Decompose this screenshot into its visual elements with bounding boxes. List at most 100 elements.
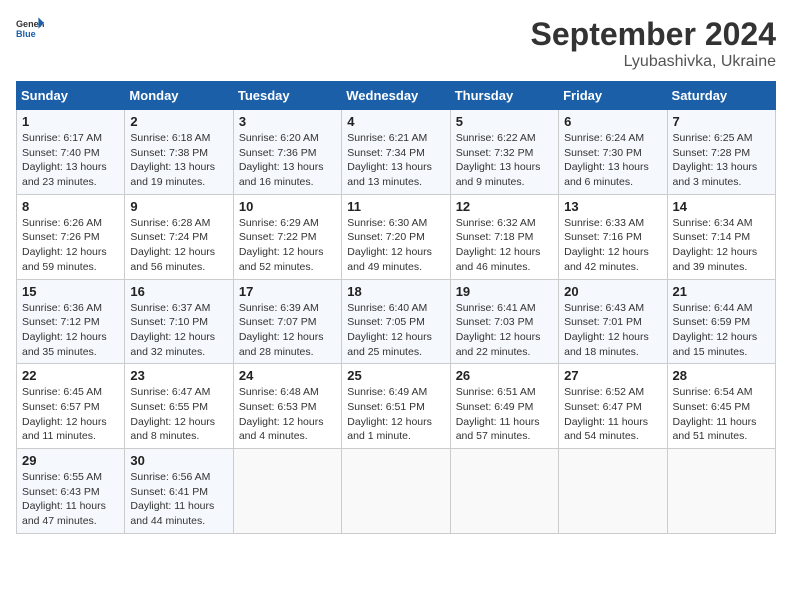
week-row-3: 15Sunrise: 6:36 AMSunset: 7:12 PMDayligh… <box>17 279 776 364</box>
day-number: 5 <box>456 114 553 129</box>
col-header-friday: Friday <box>559 82 667 110</box>
day-number: 22 <box>22 368 119 383</box>
day-number: 29 <box>22 453 119 468</box>
day-info: Sunrise: 6:55 AMSunset: 6:43 PMDaylight:… <box>22 470 119 529</box>
logo: General Blue <box>16 16 44 44</box>
day-info: Sunrise: 6:56 AMSunset: 6:41 PMDaylight:… <box>130 470 227 529</box>
day-cell: 1Sunrise: 6:17 AMSunset: 7:40 PMDaylight… <box>17 110 125 195</box>
day-cell: 22 Sunrise: 6:45 AMSunset: 6:57 PMDayligh… <box>17 364 125 449</box>
day-info: Sunrise: 6:47 AMSunset: 6:55 PMDaylight:… <box>130 385 227 444</box>
day-cell: 5 Sunrise: 6:22 AMSunset: 7:32 PMDaylight… <box>450 110 558 195</box>
day-info: Sunrise: 6:48 AMSunset: 6:53 PMDaylight:… <box>239 385 336 444</box>
day-info: Sunrise: 6:30 AMSunset: 7:20 PMDaylight:… <box>347 216 444 275</box>
day-info: Sunrise: 6:44 AMSunset: 6:59 PMDaylight:… <box>673 301 770 360</box>
day-cell: 15Sunrise: 6:36 AMSunset: 7:12 PMDayligh… <box>17 279 125 364</box>
day-cell: 2Sunrise: 6:18 AMSunset: 7:38 PMDaylight… <box>125 110 233 195</box>
day-number: 18 <box>347 284 444 299</box>
day-number: 24 <box>239 368 336 383</box>
week-row-1: 1Sunrise: 6:17 AMSunset: 7:40 PMDaylight… <box>17 110 776 195</box>
day-cell: 19 Sunrise: 6:41 AMSunset: 7:03 PMDayligh… <box>450 279 558 364</box>
day-number: 30 <box>130 453 227 468</box>
day-cell: 28Sunrise: 6:54 AMSunset: 6:45 PMDayligh… <box>667 364 775 449</box>
day-cell: 8Sunrise: 6:26 AMSunset: 7:26 PMDaylight… <box>17 194 125 279</box>
day-cell: 13 Sunrise: 6:33 AMSunset: 7:16 PMDayligh… <box>559 194 667 279</box>
day-cell <box>559 449 667 534</box>
day-number: 23 <box>130 368 227 383</box>
day-cell: 27Sunrise: 6:52 AMSunset: 6:47 PMDayligh… <box>559 364 667 449</box>
location-subtitle: Lyubashivka, Ukraine <box>531 53 776 71</box>
col-header-monday: Monday <box>125 82 233 110</box>
day-cell: 18Sunrise: 6:40 AMSunset: 7:05 PMDayligh… <box>342 279 450 364</box>
title-block: September 2024 Lyubashivka, Ukraine <box>531 16 776 71</box>
week-row-4: 22 Sunrise: 6:45 AMSunset: 6:57 PMDayligh… <box>17 364 776 449</box>
day-number: 11 <box>347 199 444 214</box>
col-header-saturday: Saturday <box>667 82 775 110</box>
col-header-thursday: Thursday <box>450 82 558 110</box>
day-info: Sunrise: 6:21 AMSunset: 7:34 PMDaylight:… <box>347 131 444 190</box>
day-number: 13 <box>564 199 661 214</box>
day-cell: 11 Sunrise: 6:30 AMSunset: 7:20 PMDayligh… <box>342 194 450 279</box>
day-number: 26 <box>456 368 553 383</box>
day-info: Sunrise: 6:34 AMSunset: 7:14 PMDaylight:… <box>673 216 770 275</box>
col-header-wednesday: Wednesday <box>342 82 450 110</box>
calendar-body: 1Sunrise: 6:17 AMSunset: 7:40 PMDaylight… <box>17 110 776 534</box>
day-number: 16 <box>130 284 227 299</box>
day-info: Sunrise: 6:33 AMSunset: 7:16 PMDaylight:… <box>564 216 661 275</box>
day-number: 19 <box>456 284 553 299</box>
day-cell: 16Sunrise: 6:37 AMSunset: 7:10 PMDayligh… <box>125 279 233 364</box>
day-number: 6 <box>564 114 661 129</box>
calendar-table: SundayMondayTuesdayWednesdayThursdayFrid… <box>16 81 776 534</box>
calendar-header-row: SundayMondayTuesdayWednesdayThursdayFrid… <box>17 82 776 110</box>
day-info: Sunrise: 6:41 AMSunset: 7:03 PMDaylight:… <box>456 301 553 360</box>
day-cell: 26 Sunrise: 6:51 AMSunset: 6:49 PMDayligh… <box>450 364 558 449</box>
day-cell: 6 Sunrise: 6:24 AMSunset: 7:30 PMDaylight… <box>559 110 667 195</box>
day-info: Sunrise: 6:28 AMSunset: 7:24 PMDaylight:… <box>130 216 227 275</box>
day-info: Sunrise: 6:24 AMSunset: 7:30 PMDaylight:… <box>564 131 661 190</box>
day-info: Sunrise: 6:51 AMSunset: 6:49 PMDaylight:… <box>456 385 553 444</box>
col-header-sunday: Sunday <box>17 82 125 110</box>
day-cell: 3 Sunrise: 6:20 AMSunset: 7:36 PMDaylight… <box>233 110 341 195</box>
day-cell <box>342 449 450 534</box>
day-number: 9 <box>130 199 227 214</box>
day-cell: 12Sunrise: 6:32 AMSunset: 7:18 PMDayligh… <box>450 194 558 279</box>
day-cell: 23 Sunrise: 6:47 AMSunset: 6:55 PMDayligh… <box>125 364 233 449</box>
day-info: Sunrise: 6:43 AMSunset: 7:01 PMDaylight:… <box>564 301 661 360</box>
day-cell: 17 Sunrise: 6:39 AMSunset: 7:07 PMDayligh… <box>233 279 341 364</box>
day-cell: 20 Sunrise: 6:43 AMSunset: 7:01 PMDayligh… <box>559 279 667 364</box>
day-number: 25 <box>347 368 444 383</box>
week-row-5: 29 Sunrise: 6:55 AMSunset: 6:43 PMDayligh… <box>17 449 776 534</box>
day-info: Sunrise: 6:32 AMSunset: 7:18 PMDaylight:… <box>456 216 553 275</box>
day-number: 20 <box>564 284 661 299</box>
day-cell <box>667 449 775 534</box>
day-cell: 25 Sunrise: 6:49 AMSunset: 6:51 PMDayligh… <box>342 364 450 449</box>
day-info: Sunrise: 6:22 AMSunset: 7:32 PMDaylight:… <box>456 131 553 190</box>
day-number: 28 <box>673 368 770 383</box>
day-cell: 7 Sunrise: 6:25 AMSunset: 7:28 PMDaylight… <box>667 110 775 195</box>
day-cell: 14 Sunrise: 6:34 AMSunset: 7:14 PMDayligh… <box>667 194 775 279</box>
day-number: 8 <box>22 199 119 214</box>
day-cell: 29 Sunrise: 6:55 AMSunset: 6:43 PMDayligh… <box>17 449 125 534</box>
day-cell <box>450 449 558 534</box>
month-title: September 2024 <box>531 16 776 53</box>
day-number: 10 <box>239 199 336 214</box>
day-info: Sunrise: 6:36 AMSunset: 7:12 PMDaylight:… <box>22 301 119 360</box>
day-number: 3 <box>239 114 336 129</box>
day-number: 14 <box>673 199 770 214</box>
day-cell: 30 Sunrise: 6:56 AMSunset: 6:41 PMDayligh… <box>125 449 233 534</box>
day-info: Sunrise: 6:17 AMSunset: 7:40 PMDaylight:… <box>22 131 119 190</box>
day-cell: 10 Sunrise: 6:29 AMSunset: 7:22 PMDayligh… <box>233 194 341 279</box>
day-info: Sunrise: 6:45 AMSunset: 6:57 PMDaylight:… <box>22 385 119 444</box>
day-number: 4 <box>347 114 444 129</box>
day-number: 7 <box>673 114 770 129</box>
svg-text:Blue: Blue <box>16 29 36 39</box>
day-info: Sunrise: 6:20 AMSunset: 7:36 PMDaylight:… <box>239 131 336 190</box>
logo-icon: General Blue <box>16 16 44 44</box>
day-cell: 21Sunrise: 6:44 AMSunset: 6:59 PMDayligh… <box>667 279 775 364</box>
day-info: Sunrise: 6:49 AMSunset: 6:51 PMDaylight:… <box>347 385 444 444</box>
day-info: Sunrise: 6:25 AMSunset: 7:28 PMDaylight:… <box>673 131 770 190</box>
day-number: 17 <box>239 284 336 299</box>
day-cell: 4 Sunrise: 6:21 AMSunset: 7:34 PMDaylight… <box>342 110 450 195</box>
day-info: Sunrise: 6:29 AMSunset: 7:22 PMDaylight:… <box>239 216 336 275</box>
day-info: Sunrise: 6:39 AMSunset: 7:07 PMDaylight:… <box>239 301 336 360</box>
page-header: General Blue September 2024 Lyubashivka,… <box>16 16 776 71</box>
